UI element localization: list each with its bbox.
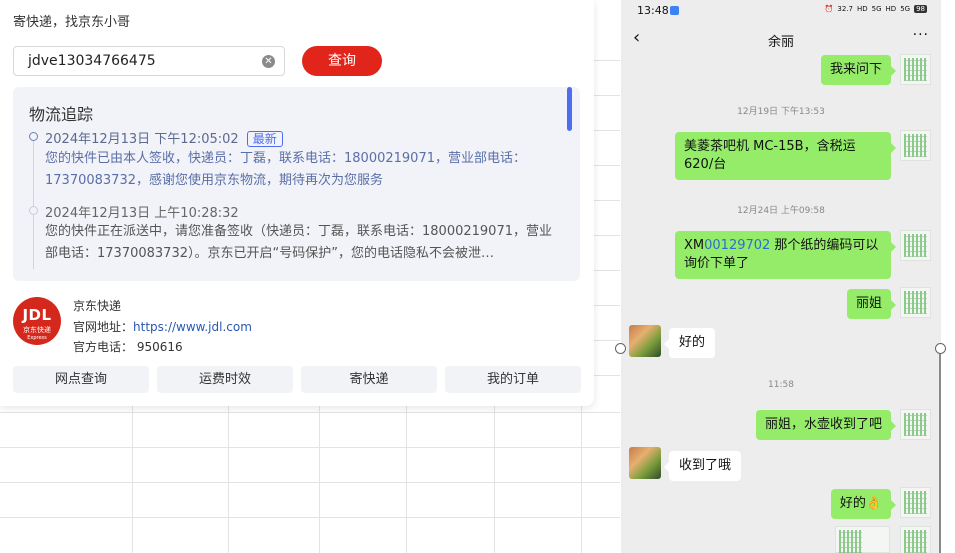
company-name: 京东快递 [73,299,122,313]
chat-timestamp: 11:58 [768,380,794,390]
message-bubble[interactable]: 我来问下 [820,55,897,85]
message-bubble[interactable]: 丽姐，水壶收到了吧 [755,410,897,440]
event-time-text: 2024年12月13日 下午12:05:02 [45,132,239,147]
resize-handle-left[interactable] [615,343,626,354]
clear-icon[interactable]: ✕ [262,55,275,68]
self-avatar [900,487,931,518]
image-thumbnail[interactable] [835,526,890,553]
tracking-panel: 物流追踪 2024年12月13日 下午12:05:02 最新 您的快件已由本人签收… [13,87,580,281]
chat-timestamp: 12月24日 上午09:58 [737,206,825,216]
resize-handle-right[interactable] [935,343,946,354]
event-time: 2024年12月13日 上午10:28:32 [45,206,239,221]
tracking-scrollbar[interactable] [567,87,572,131]
event-time: 2024年12月13日 下午12:05:02 最新 [45,128,283,147]
message-bubble[interactable]: 好的👌 [830,489,897,519]
timeline-dot [29,206,38,215]
timeline-line [33,139,34,269]
alarm-icon: ⏰ [824,5,834,13]
tracking-number-input[interactable]: jdve13034766475 ✕ [13,46,285,76]
tracking-number-value: jdve13034766475 [28,53,156,69]
send-express-button[interactable]: 寄快递 [301,366,437,393]
card-title: 寄快递，找京东小哥 [13,15,131,30]
event-description: 您的快件正在派送中，请您准备签收（快递员：丁磊，联系电话：18000219071… [45,224,552,261]
message-bubble[interactable]: 美菱茶吧机 MC-15B，含税运 620/台 [675,132,896,180]
self-avatar [900,230,931,261]
message-bubble[interactable]: XM00129702 那个纸的编码可以询价下单了 [675,231,896,279]
selection-edge [939,352,941,553]
message-bubble[interactable]: 收到了哦 [663,451,742,481]
tracking-heading: 物流追踪 [29,105,94,124]
code-link[interactable]: 00129702 [704,238,770,253]
query-button[interactable]: 查询 [302,46,382,76]
contact-avatar[interactable] [629,325,661,357]
self-avatar [900,54,931,85]
shipping-time-button[interactable]: 运费时效 [157,366,293,393]
notification-icon [670,6,679,15]
outlet-query-button[interactable]: 网点查询 [13,366,149,393]
status-icons: ⏰ 32.7 HD 5G HD 5G 98 [824,5,927,13]
company-site: 官网地址：https://www.jdl.com [73,320,252,334]
jdl-logo: JDL 京东快递 Express [13,297,61,345]
chat-timestamp: 12月19日 下午13:53 [737,107,825,117]
contact-name: 余丽 [767,35,794,50]
event-description: 您的快件已由本人签收，快递员：丁磊，联系电话：18000219071，营业部电话… [45,151,526,188]
company-info: JDL 京东快递 Express 京东快递 官网地址：https://www.j… [13,296,573,356]
more-icon[interactable]: ··· [913,27,929,43]
window-edge [941,0,955,553]
self-avatar [900,287,931,318]
status-bar: 13:48 ⏰ 32.7 HD 5G HD 5G 98 [621,0,941,22]
contact-avatar[interactable] [629,447,661,479]
company-phone: 官方电话： 950616 [73,340,183,354]
status-time: 13:48 [637,4,669,17]
express-tracking-card: 寄快递，找京东小哥 jdve13034766475 ✕ 查询 物流追踪 2024… [0,0,594,406]
self-avatar [900,130,931,161]
screen: 寄快递，找京东小哥 jdve13034766475 ✕ 查询 物流追踪 2024… [0,0,955,553]
chat-screenshot: 13:48 ⏰ 32.7 HD 5G HD 5G 98 ‹ 余丽 ··· 我来问… [621,0,941,553]
site-link[interactable]: https://www.jdl.com [133,320,252,334]
self-avatar [900,409,931,440]
message-bubble[interactable]: 丽姐 [846,289,897,319]
my-orders-button[interactable]: 我的订单 [445,366,581,393]
self-avatar [900,526,931,553]
battery-icon: 98 [914,5,927,13]
latest-badge: 最新 [246,131,283,147]
message-bubble[interactable]: 好的 [663,328,716,358]
timeline-dot [29,132,38,141]
chat-header: ‹ 余丽 ··· [621,22,941,56]
